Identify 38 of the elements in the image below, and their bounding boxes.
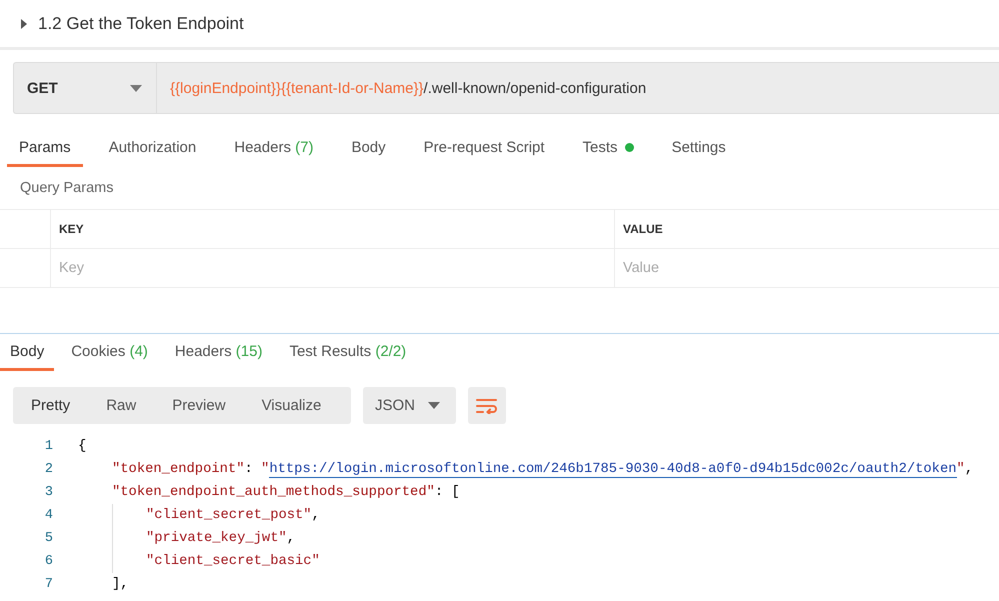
response-tab[interactable]: Body [0, 334, 54, 371]
code-line: "private_key_jwt", [146, 531, 296, 546]
code-line: "client_secret_basic" [146, 554, 320, 569]
line-number: 4 [44, 508, 53, 523]
code-line: { [78, 439, 86, 454]
view-mode-button[interactable]: Visualize [244, 387, 340, 424]
request-tab[interactable]: Headers (7) [222, 130, 326, 167]
view-mode-button[interactable]: Preview [154, 387, 244, 424]
response-tab[interactable]: Cookies (4) [61, 334, 158, 371]
wrap-lines-icon [476, 398, 498, 414]
view-mode-button[interactable]: Raw [88, 387, 154, 424]
code-line: "token_endpoint_auth_methods_supported": [ [112, 485, 460, 500]
line-number: 1 [44, 439, 53, 454]
column-header: VALUE [622, 221, 664, 238]
request-title: 1.2 Get the Token Endpoint [38, 14, 244, 34]
code-line: "token_endpoint": "https://login.microsoftonline.com/246b1785-9030-40d8-a0f0-d94b15dc002c/oauth2/token", [112, 462, 974, 477]
code-line: ], [112, 577, 129, 592]
dropdown-caret-icon [428, 402, 440, 409]
line-number: 2 [44, 462, 53, 477]
view-mode-button[interactable]: Pretty [13, 387, 88, 424]
request-tab[interactable]: Body [339, 130, 398, 167]
response-tab[interactable]: Headers (15) [164, 334, 272, 371]
wrap-lines-button[interactable] [468, 387, 506, 424]
response-tab[interactable]: Test Results (2/2) [279, 334, 416, 371]
line-number: 7 [44, 577, 53, 592]
request-tab[interactable]: Pre-request Script [412, 130, 557, 167]
request-tab[interactable]: Authorization [96, 130, 208, 167]
request-tab[interactable]: Params [7, 130, 83, 167]
column-header: KEY [51, 210, 615, 248]
code-line: "client_secret_post", [146, 508, 320, 523]
line-number: 5 [44, 531, 53, 546]
line-number: 6 [44, 554, 53, 569]
request-tab[interactable]: Settings [660, 130, 738, 167]
expand-caret-icon[interactable] [20, 18, 28, 28]
line-number: 3 [44, 485, 53, 500]
request-tab[interactable]: Tests [570, 130, 646, 167]
format-dropdown[interactable]: JSON [363, 387, 456, 424]
query-params-heading: Query Params [19, 179, 114, 198]
